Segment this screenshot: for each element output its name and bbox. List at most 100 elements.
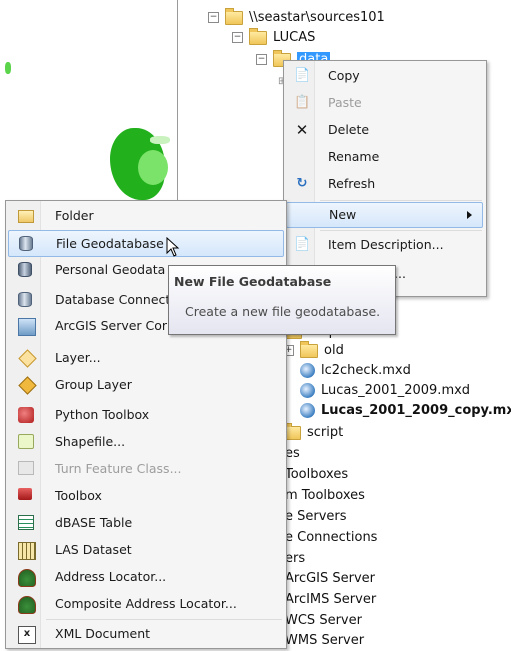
map-document-icon	[300, 403, 315, 418]
menu-item-delete[interactable]: ✕ Delete	[286, 118, 484, 142]
description-icon: 📄	[294, 237, 311, 252]
tree-node-label: es	[285, 446, 300, 461]
menu-separator	[46, 619, 282, 620]
tree-node-label: e Servers	[285, 509, 347, 524]
tree-node-mxd[interactable]: lc2check.mxd	[300, 361, 411, 381]
tree-node-lucas[interactable]: − LUCAS	[232, 27, 316, 48]
submenu-item-file-geodatabase[interactable]: File Geodatabase	[8, 230, 284, 257]
refresh-icon: ↻	[296, 176, 308, 191]
menu-item-label: XML Document	[55, 626, 151, 641]
submenu-item-group-layer[interactable]: Group Layer	[8, 372, 282, 397]
layer-icon	[18, 349, 37, 368]
tooltip-title: New File Geodatabase	[174, 274, 332, 289]
delete-icon: ✕	[295, 121, 309, 139]
tree-node-label: Toolboxes	[285, 467, 349, 482]
map-canvas[interactable]	[0, 0, 178, 210]
tree-node-label: ers	[285, 551, 306, 566]
tree-node-label: Lucas_2001_2009.mxd	[321, 383, 471, 398]
tree-node-label: WCS Server	[285, 613, 362, 628]
file-geodatabase-icon	[19, 236, 33, 251]
address-locator-icon	[18, 569, 36, 587]
menu-item-label: Folder	[55, 208, 94, 223]
map-feature	[138, 150, 168, 185]
menu-item-new[interactable]: New	[286, 202, 483, 228]
submenu-item-address-locator[interactable]: Address Locator...	[8, 564, 282, 589]
menu-item-label: Address Locator...	[55, 569, 167, 584]
folder-icon	[300, 340, 318, 358]
collapse-icon[interactable]: −	[256, 54, 267, 65]
personal-geodatabase-icon	[18, 262, 32, 277]
paste-icon: 📋	[294, 95, 311, 110]
menu-item-label: ArcGIS Server Cor	[55, 318, 168, 333]
map-document-icon	[300, 363, 315, 378]
menu-item-label: New	[329, 207, 357, 222]
menu-item-label: File Geodatabase	[56, 236, 164, 251]
submenu-item-las-dataset[interactable]: LAS Dataset	[8, 537, 282, 562]
tree-node-old[interactable]: + old	[283, 340, 344, 361]
menu-item-paste[interactable]: 📋 Paste	[286, 91, 484, 115]
menu-item-label: Layer...	[55, 350, 101, 365]
menu-item-label: Shapefile...	[55, 434, 126, 449]
submenu-item-folder[interactable]: Folder	[8, 203, 282, 228]
tree-node-mxd[interactable]: Lucas_2001_2009.mxd	[300, 381, 470, 401]
menu-item-label: Database Connect	[55, 292, 171, 307]
tree-node-mxd[interactable]: Lucas_2001_2009_copy.mxd	[300, 401, 511, 421]
tooltip: New File Geodatabase Create a new file g…	[168, 265, 396, 335]
tree-node-root[interactable]: − \\seastar\sources101	[208, 7, 385, 28]
submenu-item-toolbox[interactable]: Toolbox	[8, 483, 282, 508]
submenu-item-turn-feature-class[interactable]: Turn Feature Class...	[8, 456, 282, 481]
xml-document-icon: x	[18, 626, 36, 644]
tree-node-label: lc2check.mxd	[321, 363, 411, 378]
tree-node-partial[interactable]: Toolboxes	[285, 465, 348, 485]
tree-node-label: Lucas_2001_2009_copy.mxd	[321, 403, 511, 418]
tree-node-partial[interactable]: ArcIMS Server	[285, 590, 376, 610]
submenu-item-shapefile[interactable]: Shapefile...	[8, 429, 282, 454]
table-icon	[18, 515, 34, 530]
tree-node-label: LUCAS	[273, 30, 316, 45]
tree-node-script[interactable]: script	[283, 422, 344, 443]
submenu-item-layer[interactable]: Layer...	[8, 345, 282, 370]
menu-item-label: Toolbox	[55, 488, 102, 503]
tree-node-partial[interactable]: m Toolboxes	[285, 486, 365, 506]
menu-item-item-description[interactable]: 📄 Item Description...	[286, 233, 484, 257]
menu-item-label: Delete	[328, 122, 370, 137]
submenu-item-python-toolbox[interactable]: Python Toolbox	[8, 402, 282, 427]
database-connection-icon	[18, 292, 32, 307]
submenu-item-dbase-table[interactable]: dBASE Table	[8, 510, 282, 535]
shapefile-icon	[18, 434, 34, 449]
submenu-item-xml-document[interactable]: x XML Document	[8, 621, 282, 646]
menu-item-label: Python Toolbox	[55, 407, 150, 422]
tree-node-label: ArcGIS Server	[285, 571, 376, 586]
tree-node-partial[interactable]: es	[285, 444, 300, 464]
menu-item-copy[interactable]: 📄 Copy	[286, 64, 484, 88]
tree-node-partial[interactable]: e Connections	[285, 528, 377, 548]
tree-node-label: script	[307, 425, 344, 440]
tree-node-partial[interactable]: ArcGIS Server	[285, 569, 375, 589]
folder-icon	[249, 27, 267, 45]
group-layer-icon	[18, 376, 37, 395]
menu-item-refresh[interactable]: ↻ Refresh	[286, 172, 484, 196]
tree-node-label: ArcIMS Server	[285, 592, 377, 607]
menu-item-label: Item Description...	[328, 237, 444, 252]
toolbox-icon	[18, 488, 32, 500]
map-document-icon	[300, 383, 315, 398]
menu-item-label: Rename	[328, 149, 380, 164]
tree-node-partial[interactable]: WCS Server	[285, 611, 362, 631]
tree-node-partial[interactable]: WMS Server	[285, 631, 364, 651]
folder-icon	[18, 210, 34, 223]
copy-icon: 📄	[294, 68, 311, 83]
server-connection-icon	[18, 318, 36, 336]
tree-node-partial[interactable]: ers	[285, 549, 305, 569]
menu-item-rename[interactable]: Rename	[286, 145, 484, 169]
tree-node-partial[interactable]: e Servers	[285, 507, 347, 527]
menu-item-label: Personal Geodata	[55, 262, 166, 277]
submenu-arrow-icon	[467, 211, 472, 219]
tree-node-label: m Toolboxes	[285, 488, 365, 503]
map-feature	[5, 62, 11, 74]
collapse-icon[interactable]: −	[232, 32, 243, 43]
tooltip-body: Create a new file geodatabase.	[185, 304, 381, 319]
menu-item-label: Composite Address Locator...	[55, 596, 237, 611]
tree-node-label: WMS Server	[285, 633, 365, 648]
collapse-icon[interactable]: −	[208, 12, 219, 23]
submenu-item-composite-address-locator[interactable]: Composite Address Locator...	[8, 591, 282, 616]
